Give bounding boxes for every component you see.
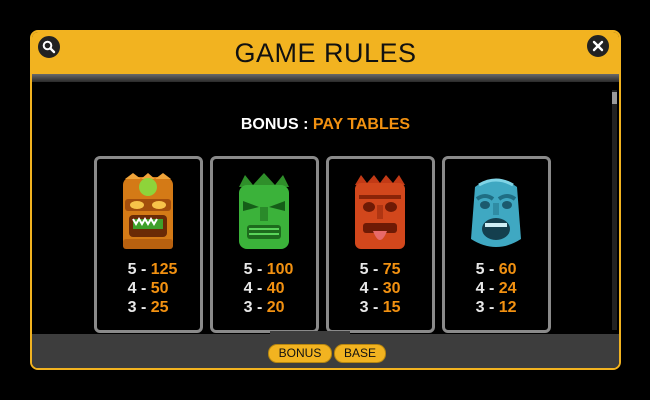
- section-title: BONUS : PAY TABLES: [32, 116, 619, 134]
- paytable-card-orange: 5 - 125 4 - 50 3 - 25: [94, 156, 203, 333]
- game-rules-dialog: GAME RULES BONUS : PAY TABLES 5 - 125 4 …: [30, 30, 621, 370]
- close-icon[interactable]: [585, 33, 611, 59]
- orange-tiki-mask-icon: [123, 173, 173, 249]
- paytable-row: 3 - 12: [475, 299, 517, 316]
- paytable-card-blue: 5 - 60 4 - 24 3 - 12: [442, 156, 551, 333]
- paytable-row: 4 - 50: [127, 280, 169, 297]
- red-tiki-mask-icon: [355, 175, 405, 249]
- green-tiki-mask-icon: [239, 173, 289, 249]
- section-title-prefix: BONUS :: [240, 116, 309, 133]
- paytable-row: 4 - 24: [475, 280, 517, 297]
- paytable-row: 5 - 125: [127, 261, 178, 278]
- tab-bonus[interactable]: BONUS: [268, 344, 332, 363]
- paytable-row: 4 - 40: [243, 280, 285, 297]
- footer-bar: BONUS BASE: [32, 331, 619, 368]
- paytable-card-red: 5 - 75 4 - 30 3 - 15: [326, 156, 435, 333]
- paytable-card-green: 5 - 100 4 - 40 3 - 20: [210, 156, 319, 333]
- paytable-row: 5 - 75: [359, 261, 401, 278]
- footer-notch: [270, 331, 350, 334]
- page-title: GAME RULES: [234, 38, 417, 68]
- scroll-thumb[interactable]: [612, 92, 617, 104]
- blue-tiki-mask-icon: [471, 178, 521, 247]
- paytable-row: 4 - 30: [359, 280, 401, 297]
- tab-base[interactable]: BASE: [334, 344, 386, 363]
- section-title-highlight: PAY TABLES: [312, 116, 411, 133]
- paytable-row: 3 - 15: [359, 299, 401, 316]
- paytable-row: 5 - 100: [243, 261, 294, 278]
- paytable-row: 5 - 60: [475, 261, 517, 278]
- paytable-row: 3 - 25: [127, 299, 169, 316]
- dialog-header: GAME RULES: [32, 32, 619, 74]
- header-divider: [32, 74, 619, 82]
- paytable-row: 3 - 20: [243, 299, 285, 316]
